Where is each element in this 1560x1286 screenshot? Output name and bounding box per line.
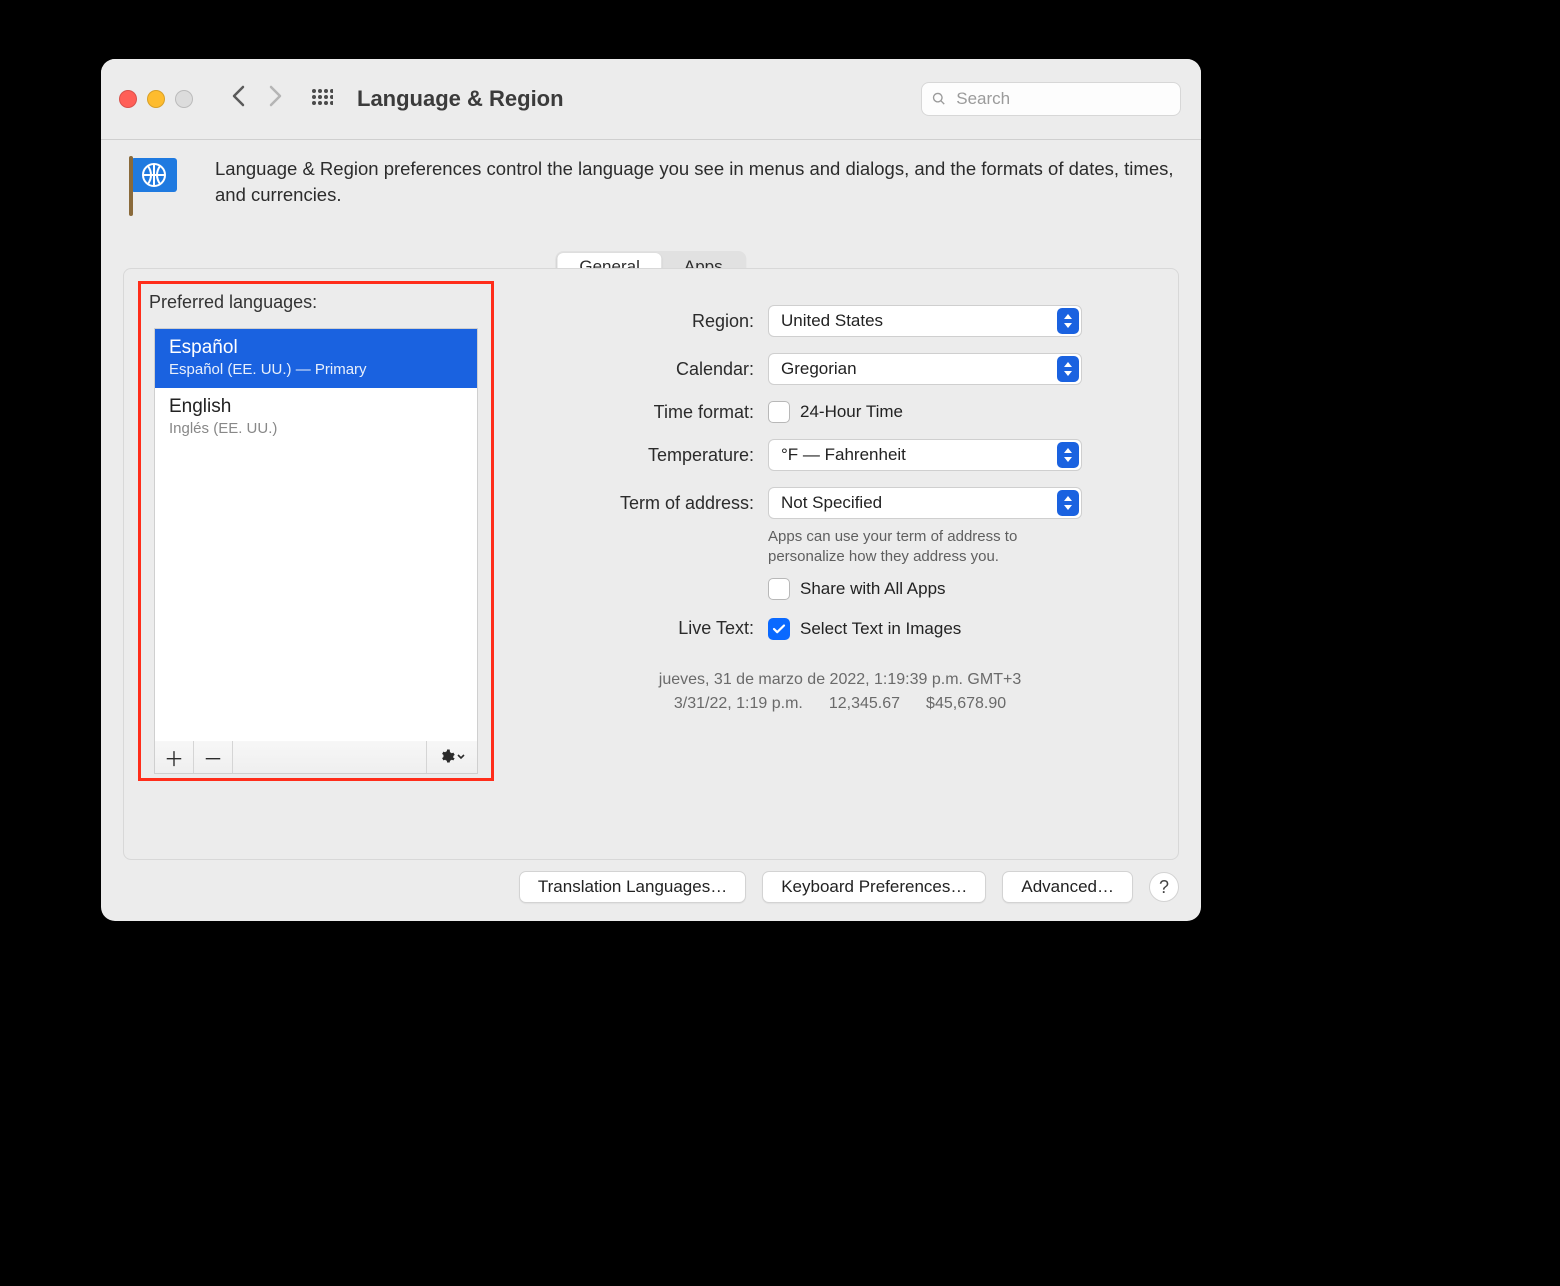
language-sub: Español (EE. UU.) — Primary bbox=[169, 361, 463, 378]
sample-short-date: 3/31/22, 1:19 p.m. bbox=[674, 692, 803, 717]
language-name: English bbox=[169, 396, 463, 418]
share-with-all-apps-checkbox[interactable] bbox=[768, 578, 790, 600]
time-format-checkbox[interactable] bbox=[768, 401, 790, 423]
region-select[interactable]: United States bbox=[768, 305, 1082, 337]
live-text-label: Live Text: bbox=[524, 618, 768, 639]
intro-row: Language & Region preferences control th… bbox=[121, 152, 1177, 218]
search-icon bbox=[932, 91, 946, 107]
term-of-address-value: Not Specified bbox=[781, 493, 882, 513]
format-samples: jueves, 31 de marzo de 2022, 1:19:39 p.m… bbox=[524, 668, 1156, 718]
back-button[interactable] bbox=[231, 85, 245, 113]
chevron-down-icon bbox=[457, 753, 465, 761]
term-of-address-hint: Apps can use your term of address to per… bbox=[768, 527, 1098, 568]
bottom-button-bar: Translation Languages… Keyboard Preferen… bbox=[101, 871, 1179, 903]
preferred-languages-list[interactable]: Español Español (EE. UU.) — Primary Engl… bbox=[154, 328, 478, 742]
keyboard-preferences-button[interactable]: Keyboard Preferences… bbox=[762, 871, 986, 903]
stepper-icon bbox=[1057, 490, 1079, 516]
share-with-all-apps-label: Share with All Apps bbox=[800, 579, 946, 599]
remove-language-button[interactable]: － bbox=[194, 741, 233, 773]
language-name: Español bbox=[169, 337, 463, 359]
sample-long-date: jueves, 31 de marzo de 2022, 1:19:39 p.m… bbox=[524, 668, 1156, 693]
live-text-value: Select Text in Images bbox=[800, 619, 961, 639]
general-group: Preferred languages: Español Español (EE… bbox=[123, 268, 1179, 860]
help-button[interactable]: ? bbox=[1149, 872, 1179, 902]
forward-button bbox=[269, 85, 283, 113]
minimize-window-button[interactable] bbox=[147, 90, 165, 108]
nav-arrows bbox=[231, 85, 283, 113]
language-item-espanol[interactable]: Español Español (EE. UU.) — Primary bbox=[155, 329, 477, 388]
temperature-select[interactable]: °F — Fahrenheit bbox=[768, 439, 1082, 471]
show-all-icon[interactable] bbox=[311, 88, 333, 110]
add-language-button[interactable]: ＋ bbox=[155, 741, 194, 773]
sample-number: 12,345.67 bbox=[829, 692, 900, 717]
region-label: Region: bbox=[524, 311, 768, 332]
window-controls bbox=[119, 90, 193, 108]
live-text-checkbox[interactable] bbox=[768, 618, 790, 640]
stepper-icon bbox=[1057, 442, 1079, 468]
temperature-label: Temperature: bbox=[524, 445, 768, 466]
zoom-window-button bbox=[175, 90, 193, 108]
term-of-address-select[interactable]: Not Specified bbox=[768, 487, 1082, 519]
preferred-languages-panel: Preferred languages: Español Español (EE… bbox=[138, 281, 494, 781]
language-list-toolbar: ＋ － bbox=[154, 741, 478, 774]
check-icon bbox=[772, 622, 786, 636]
language-options-menu[interactable] bbox=[427, 741, 477, 773]
temperature-value: °F — Fahrenheit bbox=[781, 445, 906, 465]
language-region-icon bbox=[121, 152, 197, 218]
toolbar: Language & Region bbox=[101, 59, 1201, 140]
calendar-value: Gregorian bbox=[781, 359, 857, 379]
window-title: Language & Region bbox=[357, 86, 564, 112]
language-item-english[interactable]: English Inglés (EE. UU.) bbox=[155, 388, 477, 447]
calendar-label: Calendar: bbox=[524, 359, 768, 380]
stepper-icon bbox=[1057, 308, 1079, 334]
language-sub: Inglés (EE. UU.) bbox=[169, 420, 463, 437]
translation-languages-button[interactable]: Translation Languages… bbox=[519, 871, 746, 903]
search-input[interactable] bbox=[954, 88, 1170, 110]
stepper-icon bbox=[1057, 356, 1079, 382]
sample-currency: $45,678.90 bbox=[926, 692, 1006, 717]
preferences-window: Language & Region Language & Reg bbox=[101, 59, 1201, 921]
close-window-button[interactable] bbox=[119, 90, 137, 108]
settings-form: Region: United States Calendar: Gregoria… bbox=[524, 305, 1156, 849]
preferred-languages-label: Preferred languages: bbox=[141, 284, 491, 317]
search-field[interactable] bbox=[921, 82, 1181, 116]
region-value: United States bbox=[781, 311, 883, 331]
advanced-button[interactable]: Advanced… bbox=[1002, 871, 1133, 903]
calendar-select[interactable]: Gregorian bbox=[768, 353, 1082, 385]
time-format-value: 24-Hour Time bbox=[800, 402, 903, 422]
intro-text: Language & Region preferences control th… bbox=[215, 152, 1177, 208]
term-of-address-label: Term of address: bbox=[524, 493, 768, 514]
gear-icon bbox=[439, 749, 455, 765]
time-format-label: Time format: bbox=[524, 402, 768, 423]
